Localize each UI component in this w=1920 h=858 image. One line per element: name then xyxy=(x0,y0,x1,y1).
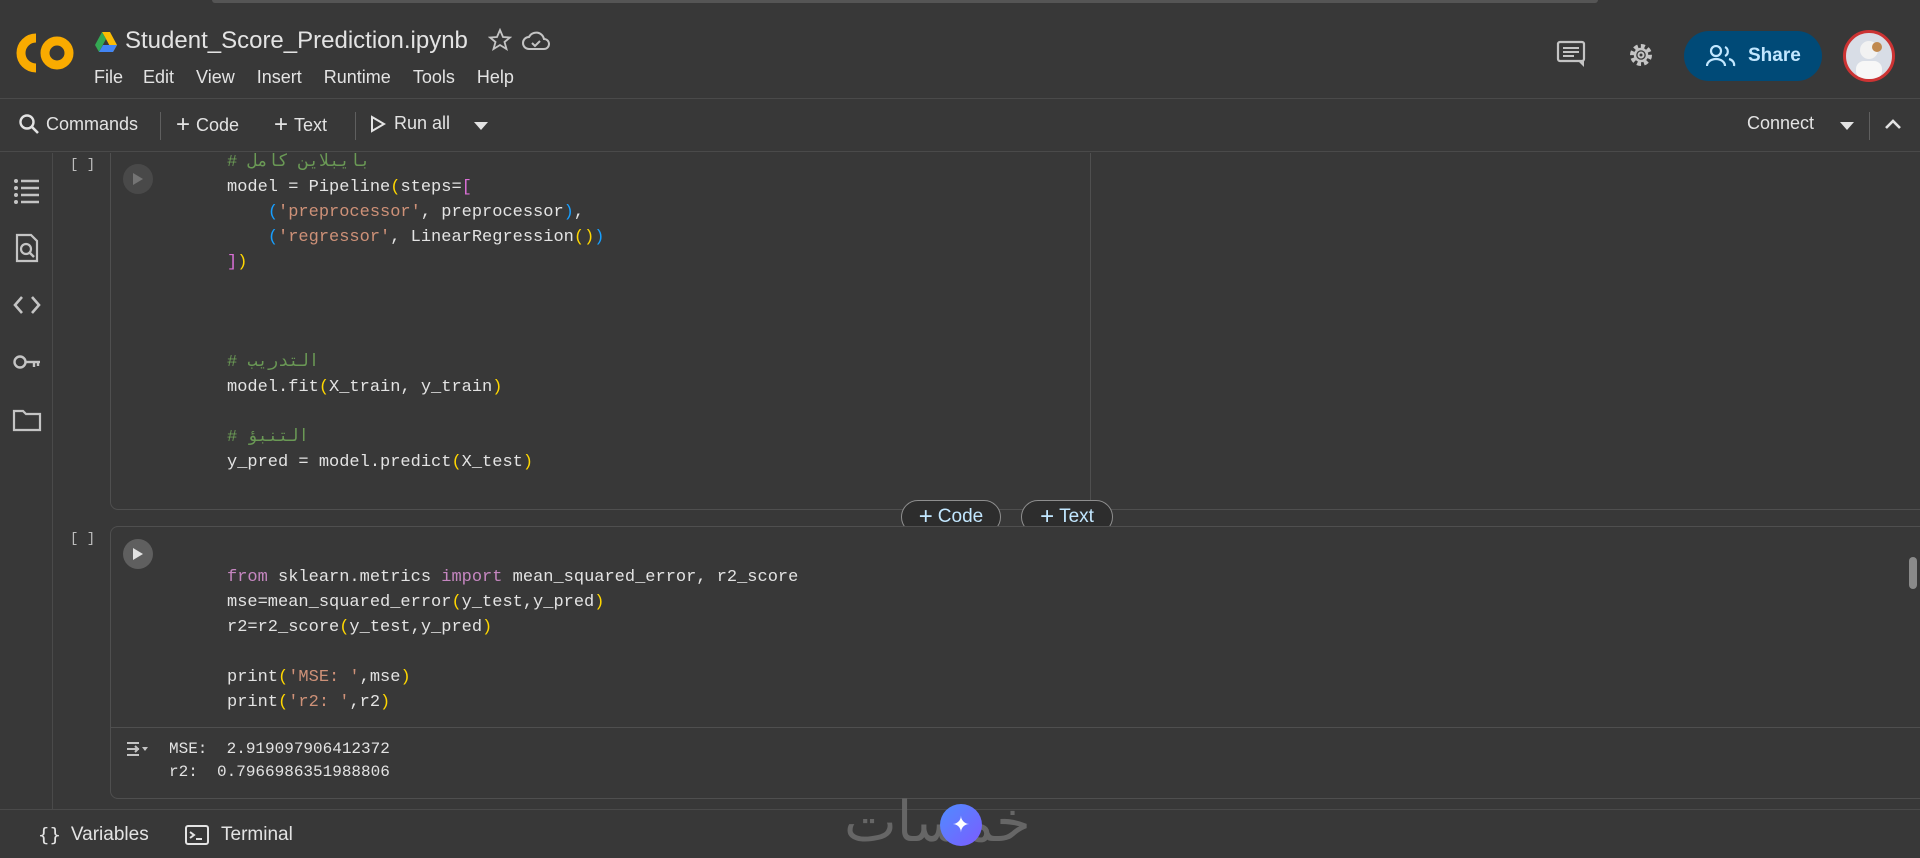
search-icon xyxy=(19,114,39,134)
table-of-contents-icon[interactable] xyxy=(12,175,42,205)
cell-code[interactable]: from sklearn.metrics import mean_squared… xyxy=(227,565,798,715)
cell-execution-count: [ ] xyxy=(70,531,96,547)
code-line-mse: mse=mean_squared_error(y_test,y_pred) xyxy=(227,593,605,612)
drive-icon[interactable] xyxy=(95,32,117,52)
share-label: Share xyxy=(1748,45,1801,66)
people-icon xyxy=(1706,45,1736,67)
run-cell-button[interactable] xyxy=(123,539,153,569)
braces-icon: {} xyxy=(38,824,61,846)
output-line-mse: MSE: 2.919097906412372 xyxy=(169,740,390,758)
connect-dropdown-icon[interactable] xyxy=(1840,122,1854,130)
scrollbar-thumb[interactable] xyxy=(1909,557,1917,589)
commands-button[interactable]: Commands xyxy=(18,113,138,135)
code-line-regressor: ('regressor', LinearRegression()) xyxy=(267,228,605,247)
menu-bar: File Edit View Insert Runtime Tools Help xyxy=(94,67,536,88)
play-icon xyxy=(133,548,143,560)
menu-runtime[interactable]: Runtime xyxy=(324,67,391,88)
toolbar-divider xyxy=(355,112,356,140)
left-rail xyxy=(0,153,53,809)
play-icon xyxy=(371,114,386,133)
terminal-icon xyxy=(185,825,209,845)
code-line-predict: y_pred = model.predict(X_test) xyxy=(227,453,534,472)
toolbar-divider xyxy=(1869,112,1870,140)
menu-insert[interactable]: Insert xyxy=(257,67,302,88)
commands-label: Commands xyxy=(46,113,139,134)
gear-icon[interactable] xyxy=(1626,40,1656,70)
add-text-label: Text xyxy=(294,114,328,135)
add-code-button[interactable]: + Code xyxy=(176,113,239,137)
run-all-dropdown-icon[interactable] xyxy=(474,122,488,130)
notebook-area: [ ] # بايبلاين كامل model = Pipeline(ste… xyxy=(54,153,1920,809)
share-button[interactable]: Share xyxy=(1684,31,1822,81)
comment-icon[interactable] xyxy=(1556,40,1586,68)
menu-file[interactable]: File xyxy=(94,67,123,88)
add-code-label: Code xyxy=(196,114,240,135)
header: Student_Score_Prediction.ipynb File Edit… xyxy=(0,0,1920,99)
run-all-label: Run all xyxy=(394,113,451,133)
run-cell-button[interactable] xyxy=(123,164,153,194)
folder-icon[interactable] xyxy=(12,405,42,435)
add-text-button[interactable]: + Text xyxy=(274,113,327,137)
connect-label: Connect xyxy=(1747,113,1815,133)
menu-view[interactable]: View xyxy=(196,67,235,88)
code-cell[interactable]: from sklearn.metrics import mean_squared… xyxy=(110,526,1920,799)
code-snippets-icon[interactable] xyxy=(12,290,42,320)
code-line-close: ]) xyxy=(227,253,248,272)
menu-help[interactable]: Help xyxy=(477,67,514,88)
cloud-saved-icon[interactable] xyxy=(522,30,550,52)
avatar[interactable] xyxy=(1843,30,1895,82)
find-in-document-icon[interactable] xyxy=(12,233,42,263)
add-code-cell-label: Code xyxy=(937,506,984,527)
cell-execution-count: [ ] xyxy=(70,157,96,173)
code-line-print-r2: print('r2: ',r2) xyxy=(227,693,391,712)
output-line-r2: r2: 0.7966986351988806 xyxy=(169,763,390,781)
cell-split-divider xyxy=(1090,153,1091,501)
variables-button[interactable]: {} Variables xyxy=(38,824,149,846)
menu-edit[interactable]: Edit xyxy=(143,67,174,88)
cell-output: MSE: 2.919097906412372 r2: 0.79669863519… xyxy=(111,727,1920,781)
star-icon[interactable] xyxy=(488,28,512,52)
watermark-logo: خمسات xyxy=(844,790,1031,855)
play-icon xyxy=(133,173,143,185)
variables-label: Variables xyxy=(70,824,149,845)
notebook-toolbar: Commands + Code + Text Run all Connect xyxy=(0,100,1920,152)
plus-icon: + xyxy=(274,111,289,138)
code-line-r2: r2=r2_score(y_test,y_pred) xyxy=(227,618,493,637)
code-line: # التدريب xyxy=(227,353,320,372)
code-line-preprocessor: ('preprocessor', preprocessor), xyxy=(267,203,585,222)
code-cell[interactable]: # بايبلاين كامل model = Pipeline(steps=[… xyxy=(110,153,1920,510)
gemini-sparkle-icon[interactable]: ✦ xyxy=(940,804,982,846)
colab-logo[interactable] xyxy=(16,26,74,80)
code-line-print-mse: print('MSE: ',mse) xyxy=(227,668,411,687)
terminal-label: Terminal xyxy=(221,824,293,845)
output-actions-icon[interactable] xyxy=(125,740,149,758)
code-line-fit: model.fit(X_train, y_train) xyxy=(227,378,503,397)
add-text-cell-label: Text xyxy=(1059,506,1094,527)
code-line: # بايبلاين كامل xyxy=(227,153,371,172)
menu-tools[interactable]: Tools xyxy=(413,67,455,88)
notebook-title[interactable]: Student_Score_Prediction.ipynb xyxy=(125,27,468,55)
plus-icon: + xyxy=(176,111,191,138)
terminal-button[interactable]: Terminal xyxy=(185,824,293,846)
cell-code[interactable]: # بايبلاين كامل model = Pipeline(steps=[… xyxy=(227,153,604,475)
output-text: MSE: 2.919097906412372 r2: 0.79669863519… xyxy=(169,738,390,784)
collapse-chevron-icon[interactable] xyxy=(1884,118,1902,130)
code-line-pipeline: model = Pipeline(steps=[ xyxy=(227,178,472,197)
code-line-import: from sklearn.metrics import mean_squared… xyxy=(227,568,799,587)
browser-strip xyxy=(212,0,1598,3)
toolbar-divider xyxy=(160,112,161,140)
key-icon[interactable] xyxy=(12,347,42,377)
connect-button[interactable]: Connect xyxy=(1747,113,1814,134)
code-line: # التنبؤ xyxy=(227,428,309,447)
run-all-button[interactable]: Run all xyxy=(370,113,450,134)
